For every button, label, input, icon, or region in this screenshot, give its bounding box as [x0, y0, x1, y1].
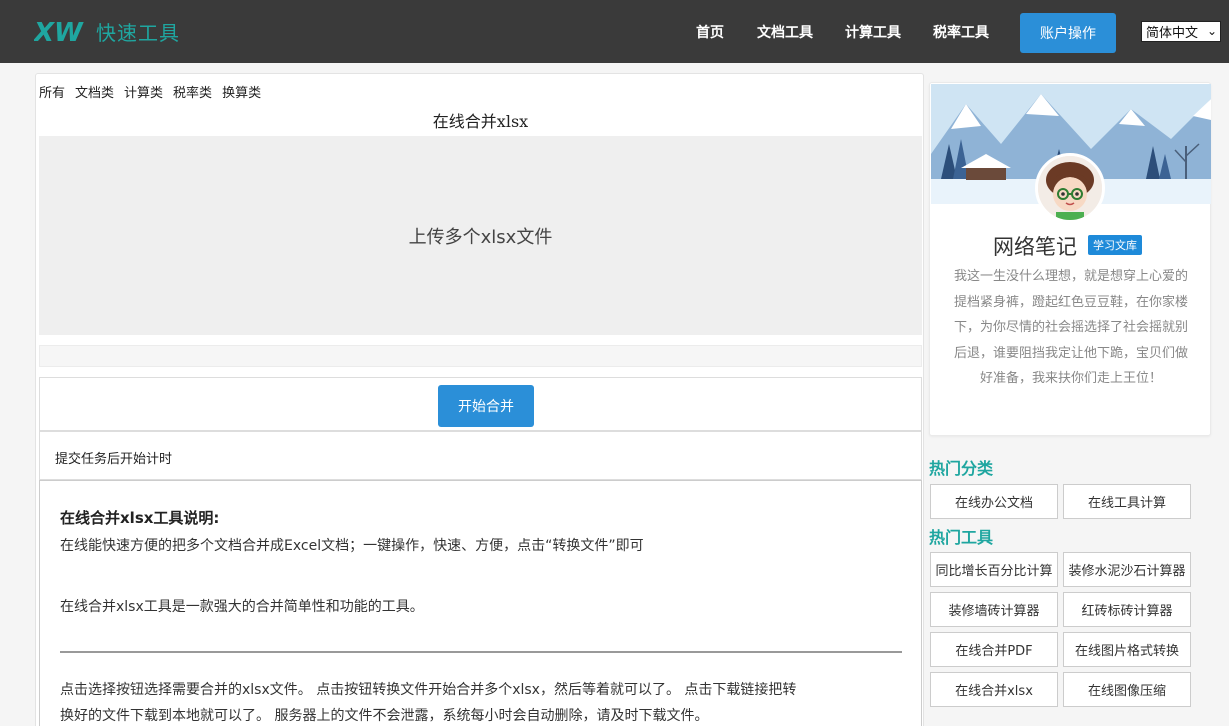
chevron-down-icon: ⌄: [1206, 24, 1217, 38]
nav-calc-tools[interactable]: 计算工具: [845, 22, 901, 42]
upload-dropzone[interactable]: 上传多个xlsx文件: [39, 136, 922, 335]
profile-badge[interactable]: 学习文库: [1088, 235, 1142, 255]
divider: [60, 651, 902, 653]
description-line: 点击选择按钮选择需要合并的xlsx文件。 点击按钮转换文件开始合并多个xlsx，…: [60, 682, 797, 698]
profile-card: 网络笔记 学习文库 我这一生没什么理想，就是想穿上心爱的提档紧身裤，蹬起红色豆豆…: [929, 82, 1211, 436]
tab-tax[interactable]: 税率类: [173, 82, 212, 101]
avatar[interactable]: [1035, 153, 1105, 223]
avatar-face-icon: [1038, 156, 1102, 220]
category-link[interactable]: 在线办公文档: [930, 484, 1058, 519]
tool-link[interactable]: 装修水泥沙石计算器: [1063, 552, 1191, 587]
upload-label: 上传多个xlsx文件: [408, 226, 553, 248]
profile-bio: 我这一生没什么理想，就是想穿上心爱的提档紧身裤，蹬起红色豆豆鞋，在你家楼下，为你…: [953, 269, 1188, 386]
tool-link[interactable]: 红砖标砖计算器: [1063, 592, 1191, 627]
progress-bar: [39, 345, 922, 367]
tool-link[interactable]: 同比增长百分比计算: [930, 552, 1058, 587]
nav-tax-tools[interactable]: 税率工具: [933, 22, 989, 42]
tool-title: 在线合并xlsx: [432, 112, 529, 131]
account-button[interactable]: 账户操作: [1020, 13, 1116, 53]
timer-text: 提交任务后开始计时: [55, 452, 173, 467]
tab-convert[interactable]: 换算类: [222, 82, 261, 101]
description-title: 在线合并xlsx工具说明:: [60, 509, 220, 527]
nav-document-tools[interactable]: 文档工具: [757, 22, 813, 42]
tab-document[interactable]: 文档类: [75, 82, 114, 101]
merge-action-row: 开始合并: [39, 377, 922, 431]
start-merge-button[interactable]: 开始合并: [438, 385, 534, 427]
tab-all[interactable]: 所有: [39, 82, 65, 101]
profile-name: 网络笔记: [993, 235, 1077, 259]
tool-link[interactable]: 在线图片格式转换: [1063, 632, 1191, 667]
description-line: 在线合并xlsx工具是一款强大的合并简单性和功能的工具。: [60, 599, 424, 615]
logo-mark-icon: XW: [34, 18, 84, 46]
language-value: 简体中文: [1146, 26, 1199, 41]
tool-link[interactable]: 在线合并xlsx: [930, 672, 1058, 707]
logo-text: 快速工具: [96, 20, 180, 45]
timer-status: 提交任务后开始计时: [39, 431, 922, 480]
tool-description: 在线合并xlsx工具说明: 在线能快速方便的把多个文档合并成Excel文档；一键…: [39, 480, 922, 726]
tool-link[interactable]: 装修墙砖计算器: [930, 592, 1058, 627]
hot-tools-heading: 热门工具: [929, 528, 994, 547]
description-line: 换好的文件下载到本地就可以了。 服务器上的文件不会泄露，系统每小时会自动删除，请…: [60, 708, 709, 724]
tool-link[interactable]: 在线图像压缩: [1063, 672, 1191, 707]
site-logo[interactable]: XW 快速工具: [34, 16, 180, 46]
tab-calc[interactable]: 计算类: [124, 82, 163, 101]
tool-link[interactable]: 在线合并PDF: [930, 632, 1058, 667]
top-navbar: XW 快速工具 首页 文档工具 计算工具 税率工具 账户操作 简体中文 ⌄: [0, 0, 1229, 63]
language-select[interactable]: 简体中文 ⌄: [1141, 21, 1221, 42]
nav-home[interactable]: 首页: [696, 22, 724, 42]
tool-panel: 所有 文档类 计算类 税率类 换算类 在线合并xlsx 上传多个xlsx文件 开…: [35, 73, 924, 726]
hot-categories-heading: 热门分类: [929, 459, 994, 478]
description-line: 在线能快速方便的把多个文档合并成Excel文档；一键操作，快速、方便，点击“转换…: [60, 538, 644, 554]
category-link[interactable]: 在线工具计算: [1063, 484, 1191, 519]
svg-text:XW: XW: [34, 18, 84, 46]
category-tabs: 所有 文档类 计算类 税率类 换算类: [39, 82, 271, 101]
